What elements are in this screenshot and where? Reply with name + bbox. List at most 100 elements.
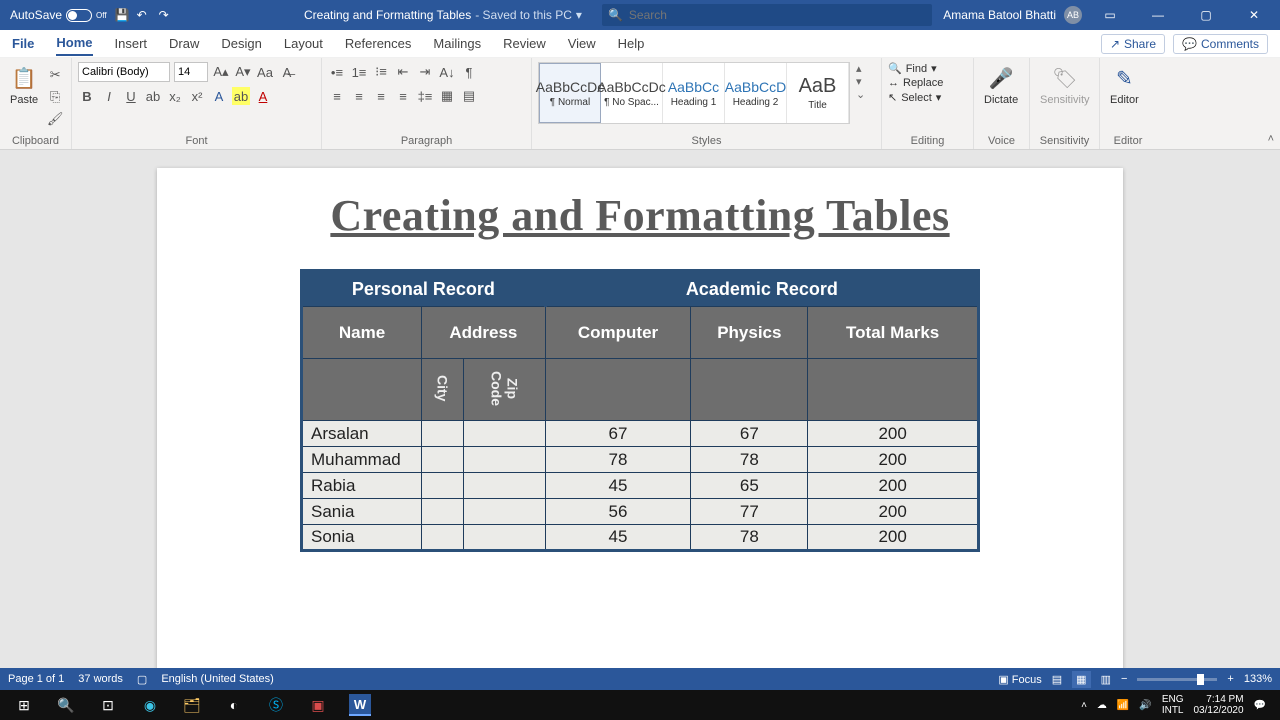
blank-cell[interactable] — [302, 359, 422, 421]
status-page[interactable]: Page 1 of 1 — [8, 673, 64, 685]
tab-layout[interactable]: Layout — [284, 32, 323, 55]
numbering-icon[interactable]: 1≡ — [350, 63, 368, 81]
borders-icon[interactable]: ▤ — [460, 87, 478, 105]
cell-zip[interactable] — [464, 447, 546, 473]
cell-city[interactable] — [422, 499, 464, 525]
tray-clock[interactable]: 7:14 PM03/12/2020 — [1193, 694, 1243, 716]
find-button[interactable]: 🔍Find ▾ — [888, 62, 943, 75]
tray-wifi-icon[interactable]: 📶 — [1117, 700, 1129, 711]
subheader-address[interactable]: Address — [422, 307, 546, 359]
cell-total[interactable]: 200 — [808, 421, 979, 447]
zoom-level[interactable]: 133% — [1244, 673, 1272, 685]
cell-zip[interactable] — [464, 421, 546, 447]
cell-physics[interactable]: 77 — [691, 499, 808, 525]
blank-cell[interactable] — [808, 359, 979, 421]
view-print-icon[interactable]: ▦ — [1072, 671, 1090, 688]
blank-cell[interactable] — [691, 359, 808, 421]
tab-review[interactable]: Review — [503, 32, 546, 55]
cell-city[interactable] — [422, 421, 464, 447]
autosave-toggle[interactable]: AutoSave Off — [10, 8, 107, 22]
subheader-name[interactable]: Name — [302, 307, 422, 359]
task-search-icon[interactable]: 🔍 — [46, 690, 86, 720]
skype-icon[interactable]: Ⓢ — [256, 690, 296, 720]
style-title[interactable]: AaBTitle — [787, 63, 849, 123]
bold-icon[interactable]: B — [78, 87, 96, 105]
proofing-icon[interactable]: ▢ — [137, 673, 147, 686]
tab-view[interactable]: View — [568, 32, 596, 55]
status-words[interactable]: 37 words — [78, 673, 123, 685]
chrome-icon[interactable]: ◐ — [214, 690, 254, 720]
cell-computer[interactable]: 45 — [545, 525, 691, 551]
sensitivity-button[interactable]: 🏷Sensitivity — [1036, 62, 1094, 108]
style-normal[interactable]: AaBbCcDc¶ Normal — [539, 63, 601, 123]
dec-indent-icon[interactable]: ⇤ — [394, 63, 412, 81]
subheader-city[interactable]: City — [422, 359, 464, 421]
cell-zip[interactable] — [464, 499, 546, 525]
edge-icon[interactable]: ◉ — [130, 690, 170, 720]
strike-icon[interactable]: ab — [144, 87, 162, 105]
text-effects-icon[interactable]: A — [210, 87, 228, 105]
maximize-icon[interactable]: ▢ — [1186, 0, 1226, 30]
styles-up-icon[interactable]: ▴ — [856, 62, 865, 75]
cell-computer[interactable]: 45 — [545, 473, 691, 499]
cell-name[interactable]: Sania — [302, 499, 422, 525]
inc-indent-icon[interactable]: ⇥ — [416, 63, 434, 81]
cell-zip[interactable] — [464, 525, 546, 551]
editor-button[interactable]: ✎Editor — [1106, 62, 1143, 108]
select-button[interactable]: ↖Select ▾ — [888, 91, 943, 104]
style-no-spacing[interactable]: AaBbCcDc¶ No Spac... — [601, 63, 663, 123]
view-read-icon[interactable]: ▤ — [1052, 673, 1062, 686]
document-area[interactable]: Creating and Formatting Tables Personal … — [0, 150, 1280, 668]
ribbon-display-icon[interactable]: ▭ — [1090, 0, 1130, 30]
document-heading[interactable]: Creating and Formatting Tables — [197, 190, 1083, 241]
clear-format-icon[interactable]: A̶ — [278, 63, 296, 81]
format-painter-icon[interactable]: 🖌 — [46, 110, 64, 128]
cell-computer[interactable]: 78 — [545, 447, 691, 473]
cell-computer[interactable]: 67 — [545, 421, 691, 447]
share-button[interactable]: ↗Share — [1101, 34, 1165, 54]
cell-name[interactable]: Sonia — [302, 525, 422, 551]
tab-home[interactable]: Home — [56, 31, 92, 56]
cell-name[interactable]: Rabia — [302, 473, 422, 499]
tray-cloud-icon[interactable]: ☁ — [1097, 700, 1107, 711]
styles-gallery[interactable]: AaBbCcDc¶ Normal AaBbCcDc¶ No Spac... Aa… — [538, 62, 850, 124]
tab-help[interactable]: Help — [618, 32, 645, 55]
style-heading2[interactable]: AaBbCcDHeading 2 — [725, 63, 787, 123]
table-row[interactable]: Sonia4578200 — [302, 525, 979, 551]
copy-icon[interactable]: ⎘ — [46, 88, 64, 106]
superscript-icon[interactable]: x² — [188, 87, 206, 105]
tray-sound-icon[interactable]: 🔊 — [1139, 700, 1151, 711]
bullets-icon[interactable]: •≡ — [328, 63, 346, 81]
cell-physics[interactable]: 78 — [691, 447, 808, 473]
minimize-icon[interactable]: — — [1138, 0, 1178, 30]
cell-name[interactable]: Arsalan — [302, 421, 422, 447]
cell-city[interactable] — [422, 447, 464, 473]
cell-total[interactable]: 200 — [808, 499, 979, 525]
search-input[interactable] — [629, 8, 932, 22]
tray-lang[interactable]: ENGINTL — [1162, 694, 1184, 716]
word-taskbar-icon[interactable]: W — [340, 690, 380, 720]
start-button[interactable]: ⊞ — [4, 690, 44, 720]
table-row[interactable]: Rabia4565200 — [302, 473, 979, 499]
subheader-computer[interactable]: Computer — [545, 307, 691, 359]
zoom-in-icon[interactable]: + — [1227, 673, 1233, 685]
redo-icon[interactable]: ↷ — [159, 8, 173, 22]
comments-button[interactable]: 💬Comments — [1173, 34, 1268, 54]
cell-total[interactable]: 200 — [808, 525, 979, 551]
app-icon[interactable]: ▣ — [298, 690, 338, 720]
data-table[interactable]: Personal Record Academic Record Name Add… — [300, 269, 980, 552]
style-heading1[interactable]: AaBbCcHeading 1 — [663, 63, 725, 123]
shrink-font-icon[interactable]: A▾ — [234, 63, 252, 81]
show-marks-icon[interactable]: ¶ — [460, 63, 478, 81]
tab-references[interactable]: References — [345, 32, 411, 55]
view-web-icon[interactable]: ▥ — [1101, 673, 1111, 686]
subscript-icon[interactable]: x₂ — [166, 87, 184, 105]
zoom-slider[interactable] — [1137, 678, 1217, 681]
cut-icon[interactable]: ✂ — [46, 66, 64, 84]
justify-icon[interactable]: ≡ — [394, 87, 412, 105]
tab-draw[interactable]: Draw — [169, 32, 199, 55]
tray-up-icon[interactable]: ˄ — [1081, 700, 1087, 711]
cell-physics[interactable]: 65 — [691, 473, 808, 499]
align-left-icon[interactable]: ≡ — [328, 87, 346, 105]
multilevel-icon[interactable]: ⁝≡ — [372, 63, 390, 81]
